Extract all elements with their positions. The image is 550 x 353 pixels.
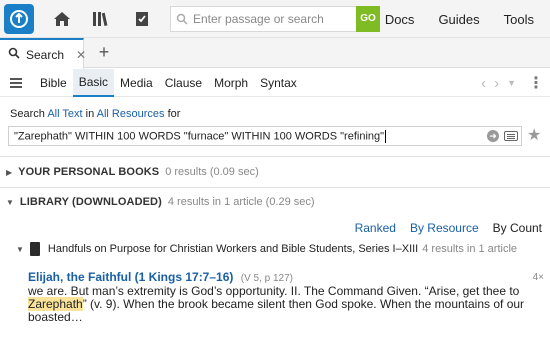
hit-snippet[interactable]: we are. But man’s extremity is God’s opp… bbox=[28, 285, 548, 324]
search-toolbar: Bible Basic Media Clause Morph Syntax ‹ … bbox=[0, 68, 550, 97]
guides-menu[interactable]: Guides bbox=[438, 12, 479, 27]
book-icon bbox=[29, 242, 40, 256]
top-links: Docs Guides Tools bbox=[361, 0, 534, 38]
logos-logo-icon[interactable] bbox=[4, 3, 34, 34]
favorite-star-icon[interactable]: ★ bbox=[527, 125, 541, 145]
sort-by-resource[interactable]: By Resource bbox=[410, 221, 479, 235]
global-search: GO bbox=[170, 5, 380, 32]
tab-strip: Search ✕ + bbox=[0, 38, 550, 69]
documents-icon[interactable] bbox=[130, 7, 154, 31]
kind-syntax[interactable]: Syntax bbox=[254, 69, 303, 97]
group-count: 0 results (0.09 sec) bbox=[165, 166, 259, 178]
sort-by-count[interactable]: By Count bbox=[493, 221, 542, 235]
search-scope: Search All Text in All Resources for bbox=[10, 108, 180, 120]
kind-clause[interactable]: Clause bbox=[159, 69, 208, 97]
scope-suffix: for bbox=[167, 108, 181, 120]
run-search-arrow-icon[interactable]: ➜ bbox=[487, 130, 499, 142]
hit-reference: (V 5, p 127) bbox=[240, 273, 293, 284]
scope-prefix: Search bbox=[10, 108, 45, 120]
resource-title[interactable]: Handfuls on Purpose for Christian Worker… bbox=[48, 243, 418, 255]
snippet-after: ” (v. 9). When the brook became silent t… bbox=[28, 297, 525, 324]
text-scope-link[interactable]: All Text bbox=[47, 108, 82, 120]
global-search-input[interactable] bbox=[193, 11, 353, 26]
kind-basic[interactable]: Basic bbox=[72, 68, 115, 97]
forward-arrow-icon[interactable]: › bbox=[494, 75, 499, 92]
group-personal-books[interactable]: ▶ YOUR PERSONAL BOOKS 0 results (0.09 se… bbox=[6, 166, 259, 178]
home-icon[interactable] bbox=[50, 7, 74, 31]
app-topbar: GO Docs Guides Tools bbox=[0, 0, 550, 38]
query-field[interactable]: "Zarephath" WITHIN 100 WORDS "furnace" W… bbox=[8, 126, 522, 146]
more-options-icon[interactable]: ⋮ bbox=[528, 69, 544, 97]
search-icon bbox=[8, 47, 20, 62]
group-library-downloaded[interactable]: ▼ LIBRARY (DOWNLOADED) 4 results in 1 ar… bbox=[6, 196, 315, 208]
kind-media[interactable]: Media bbox=[114, 69, 159, 97]
hit-title[interactable]: Elijah, the Faithful (1 Kings 17:7–16) bbox=[28, 270, 233, 284]
add-tab-button[interactable]: + bbox=[94, 42, 114, 62]
resource-row[interactable]: ▼ Handfuls on Purpose for Christian Work… bbox=[16, 242, 517, 256]
kind-bible[interactable]: Bible bbox=[34, 69, 73, 97]
docs-menu[interactable]: Docs bbox=[385, 12, 415, 27]
library-icon[interactable] bbox=[90, 7, 114, 31]
sort-ranked[interactable]: Ranked bbox=[355, 221, 396, 235]
collapse-triangle-icon[interactable]: ▼ bbox=[16, 245, 24, 254]
divider bbox=[0, 187, 550, 188]
query-input[interactable]: "Zarephath" WITHIN 100 WORDS "furnace" W… bbox=[14, 130, 386, 143]
search-icon bbox=[171, 13, 193, 25]
chevron-down-icon[interactable]: ▼ bbox=[507, 78, 516, 88]
kind-morph[interactable]: Morph bbox=[208, 69, 254, 97]
keyboard-icon[interactable] bbox=[504, 131, 518, 141]
group-count: 4 results in 1 article (0.29 sec) bbox=[167, 196, 315, 208]
expand-triangle-icon[interactable]: ▶ bbox=[6, 168, 12, 177]
group-name: YOUR PERSONAL BOOKS bbox=[18, 166, 160, 178]
sort-options: Ranked By Resource By Count bbox=[341, 221, 542, 235]
divider bbox=[0, 156, 550, 157]
scope-in: in bbox=[85, 108, 95, 120]
tab-search[interactable]: Search ✕ bbox=[0, 38, 86, 69]
history-nav: ‹ › ▼ bbox=[473, 69, 516, 97]
back-arrow-icon[interactable]: ‹ bbox=[481, 75, 486, 92]
collapse-triangle-icon[interactable]: ▼ bbox=[6, 198, 14, 207]
tab-label: Search bbox=[26, 47, 65, 62]
group-name: LIBRARY (DOWNLOADED) bbox=[19, 196, 162, 208]
snippet-highlight: Zarephath bbox=[28, 297, 83, 311]
hit-row[interactable]: Elijah, the Faithful (1 Kings 17:7–16) (… bbox=[28, 270, 293, 284]
snippet-before: we are. But man’s extremity is God’s opp… bbox=[28, 284, 520, 298]
hamburger-menu-icon[interactable] bbox=[10, 76, 22, 90]
global-search-box[interactable] bbox=[170, 5, 356, 32]
hit-count: 4× bbox=[532, 272, 544, 283]
tools-menu[interactable]: Tools bbox=[504, 12, 534, 27]
resource-scope-link[interactable]: All Resources bbox=[97, 108, 165, 120]
resource-count: 4 results in 1 article bbox=[422, 243, 518, 255]
close-icon[interactable]: ✕ bbox=[76, 48, 86, 62]
